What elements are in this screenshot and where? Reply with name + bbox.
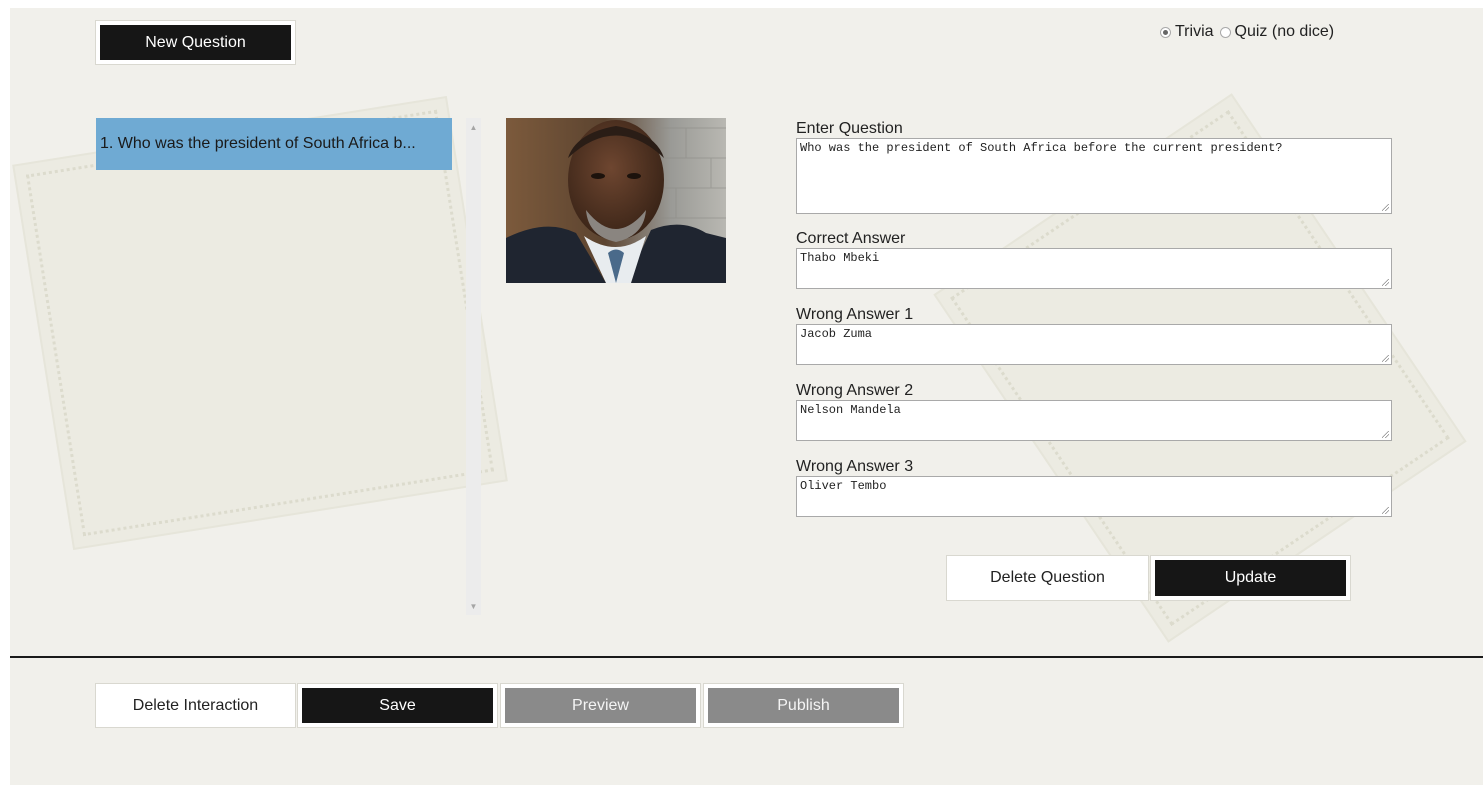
editor-panel: New Question Trivia Quiz (no dice) 1. Wh…	[10, 8, 1483, 785]
correct-answer-label: Correct Answer	[796, 230, 906, 247]
mode-selector: Trivia Quiz (no dice)	[1160, 23, 1340, 41]
question-list: 1. Who was the president of South Africa…	[96, 118, 481, 615]
question-photo	[506, 118, 726, 283]
save-button[interactable]: Save	[298, 684, 497, 727]
quiz-radio-label[interactable]: Quiz (no dice)	[1235, 23, 1335, 41]
wrong-answer-3-label: Wrong Answer 3	[796, 458, 914, 475]
wrong-answer-1-textarea[interactable]: Jacob Zuma	[796, 324, 1392, 365]
wrong-answer-3-textarea[interactable]: Oliver Tembo	[796, 476, 1392, 517]
publish-button[interactable]: Publish	[704, 684, 903, 727]
portrait-image	[506, 118, 726, 283]
wrong-answer-2-textarea[interactable]: Nelson Mandela	[796, 400, 1392, 441]
question-list-item[interactable]: 1. Who was the president of South Africa…	[96, 118, 452, 170]
new-question-button[interactable]: New Question	[96, 21, 295, 64]
correct-answer-textarea[interactable]: Thabo Mbeki	[796, 248, 1392, 289]
scroll-up-arrow-icon[interactable]: ▲	[466, 120, 481, 134]
question-textarea[interactable]: Who was the president of South Africa be…	[796, 138, 1392, 214]
wrong-answer-1-label: Wrong Answer 1	[796, 306, 914, 323]
wrong-answer-2-label: Wrong Answer 2	[796, 382, 914, 399]
update-button[interactable]: Update	[1151, 556, 1350, 600]
scroll-down-arrow-icon[interactable]: ▼	[466, 599, 481, 613]
footer-divider	[10, 656, 1483, 658]
trivia-radio[interactable]	[1160, 26, 1171, 38]
delete-interaction-button[interactable]: Delete Interaction	[96, 684, 295, 727]
preview-button[interactable]: Preview	[501, 684, 700, 727]
question-label: Enter Question	[796, 120, 903, 137]
delete-question-button[interactable]: Delete Question	[947, 556, 1148, 600]
trivia-radio-label[interactable]: Trivia	[1175, 23, 1214, 41]
question-list-scrollbar[interactable]: ▲ ▼	[466, 118, 481, 615]
quiz-radio[interactable]	[1219, 26, 1231, 38]
